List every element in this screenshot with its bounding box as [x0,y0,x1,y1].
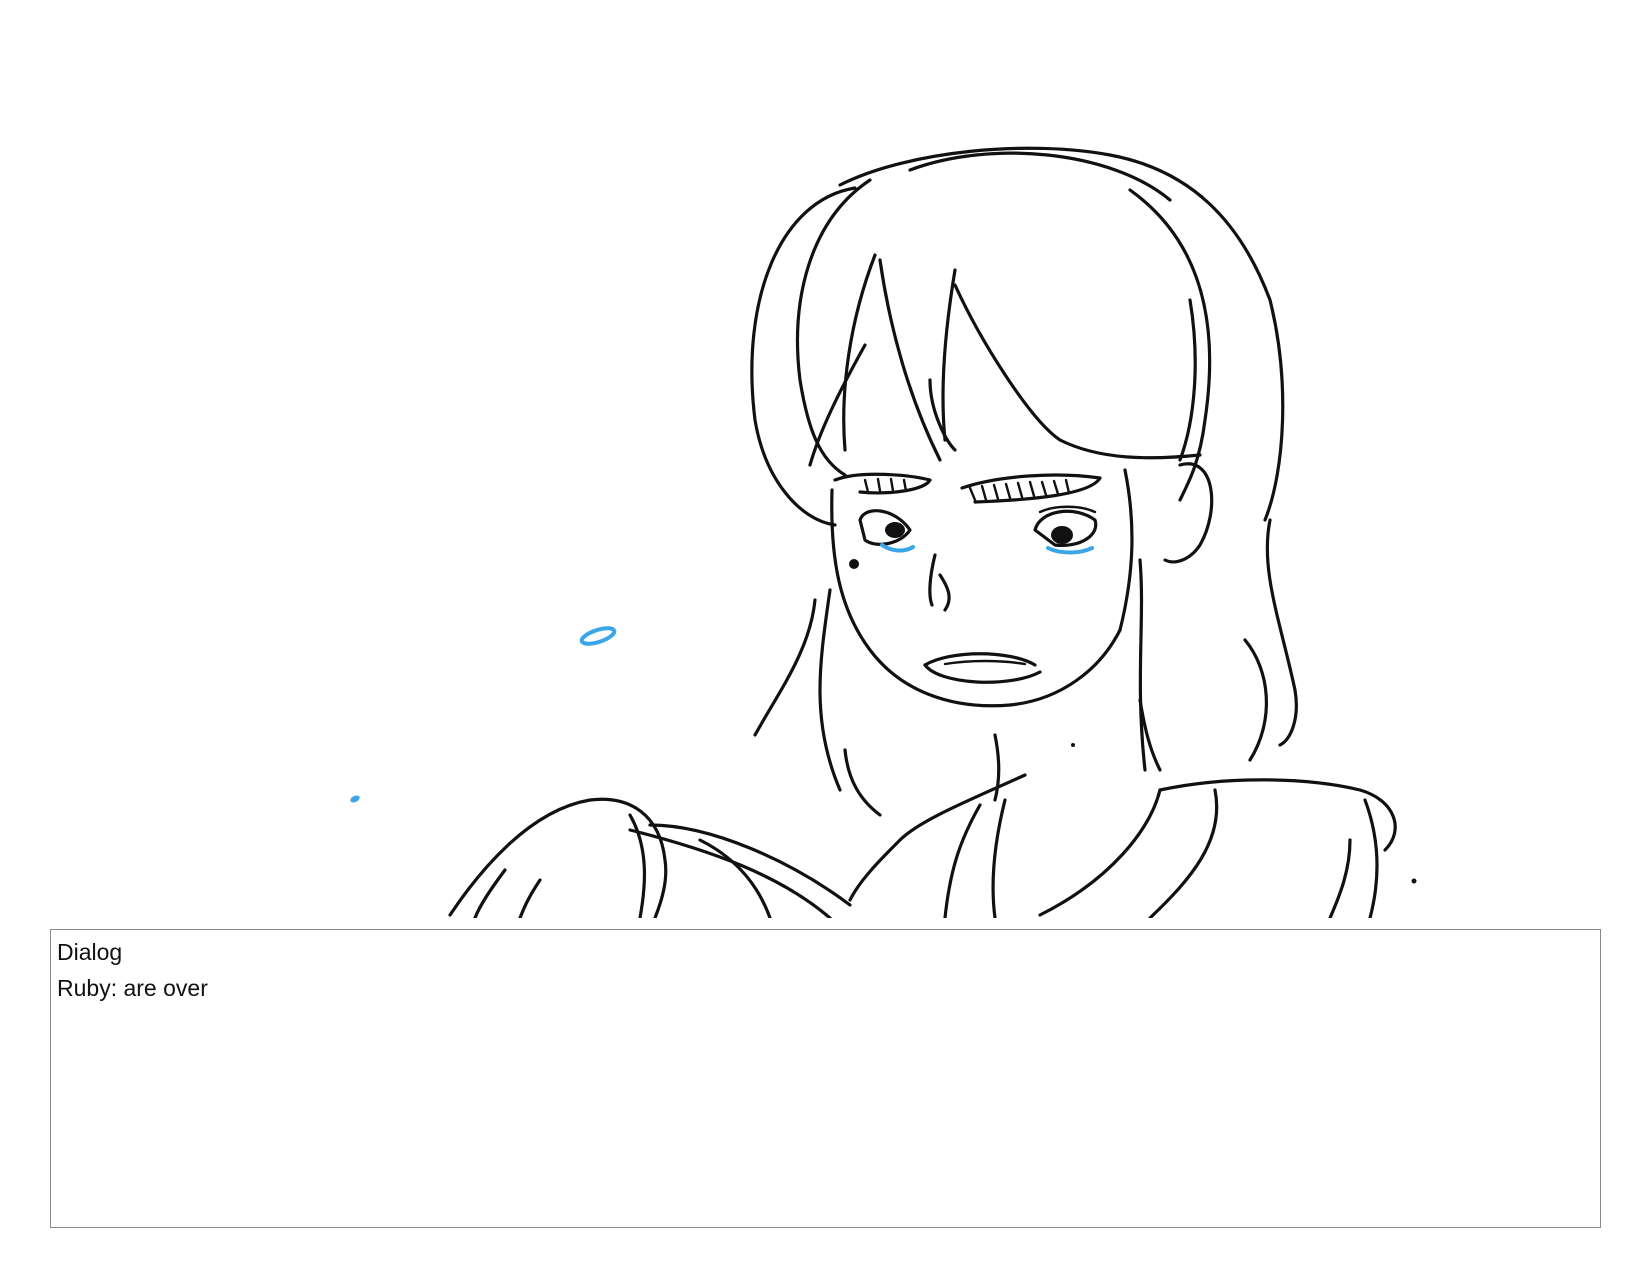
floating-tear-small [350,795,360,803]
shirt-v [1038,788,1162,917]
dialog-heading: Dialog [57,939,123,965]
mouth-lower [923,663,1042,684]
hair-right-inner [1138,558,1147,772]
bangs-right [1178,298,1197,462]
mole [849,559,859,569]
collar-line-2 [991,798,1007,918]
character-sketch [350,146,1417,918]
hair-outline [750,186,857,527]
face-right-cheek [1118,468,1134,632]
bangs-center [941,268,957,442]
hair-left-fall [753,598,817,737]
hair-left-strand [843,748,882,817]
storyboard-panel [50,0,1600,918]
dialog-box: Dialog Ruby: are over [50,929,1601,1228]
right-pupil [1051,526,1073,544]
collar-line [943,803,982,918]
arm-right [1363,798,1379,918]
hair-inner-right [1128,188,1212,502]
hair-left-fall-2 [818,588,842,792]
sleeve-2 [648,823,852,907]
bangs-curve [878,258,942,462]
left-eye-tear [880,543,915,553]
hair-inner-left [796,178,872,477]
shirt-line-right [1148,788,1219,918]
stray-dot [1411,878,1417,884]
face-left-cheek [830,488,1122,708]
neck-left [993,733,1001,802]
mouth-inner [943,659,1027,666]
left-pupil [885,522,905,538]
knee-left-inner-2 [518,878,542,918]
hair-crown [838,146,1285,522]
floating-tear-large [579,626,617,646]
right-eye-tear [1046,546,1094,555]
hair-right-fall-2 [1243,638,1268,762]
neck-dot [1071,743,1075,747]
bangs-strand-2 [953,283,1202,460]
shoulder-right [1158,778,1397,852]
arm-right-2 [1328,838,1352,918]
hair-right-fall [1265,518,1298,747]
dialog-line: Ruby: are over [57,975,208,1001]
nose [928,553,951,612]
left-eyebrow [833,472,932,495]
